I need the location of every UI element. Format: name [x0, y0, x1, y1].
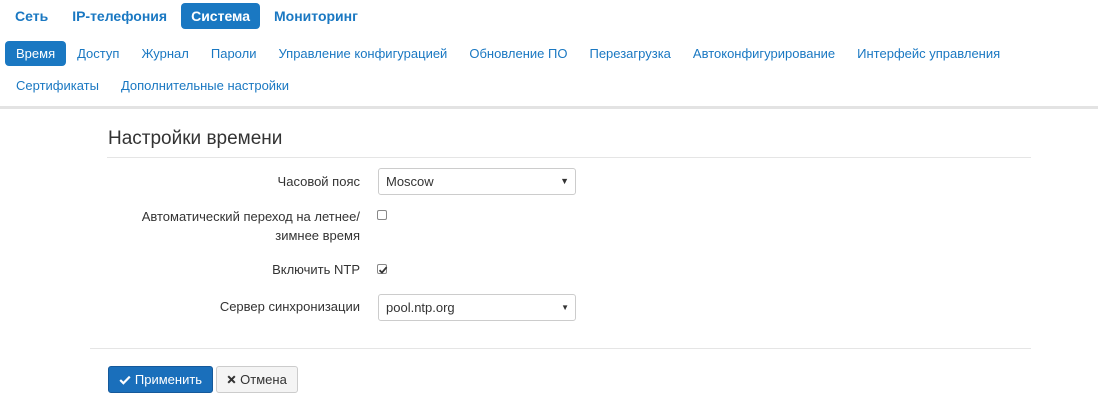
sync-server-select[interactable]: pool.ntp.org ▼	[378, 294, 576, 321]
tab-advanced-settings[interactable]: Дополнительные настройки	[110, 73, 300, 98]
timezone-value: Moscow	[386, 174, 434, 189]
tab-config-management[interactable]: Управление конфигурацией	[267, 41, 458, 66]
section-title: Настройки времени	[108, 128, 283, 149]
tab-reboot[interactable]: Перезагрузка	[578, 41, 681, 66]
dst-label: Автоматический переход на летнее/ зимнее…	[142, 207, 360, 245]
ntp-checkbox[interactable]	[377, 264, 388, 274]
cancel-button[interactable]: Отмена	[216, 366, 298, 393]
tab-autoconfig[interactable]: Автоконфигурирование	[682, 41, 846, 66]
sync-server-value: pool.ntp.org	[386, 300, 455, 315]
title-divider	[107, 157, 1031, 158]
top-nav-item-network[interactable]: Сеть	[5, 3, 58, 29]
nav-divider	[0, 106, 1098, 109]
tab-management-interface[interactable]: Интерфейс управления	[846, 41, 1011, 66]
tab-access[interactable]: Доступ	[66, 41, 130, 66]
check-icon	[378, 266, 388, 274]
top-nav-item-system[interactable]: Система	[181, 3, 260, 29]
close-icon	[227, 375, 236, 384]
dst-label-line2: зимнее время	[275, 228, 360, 243]
form-divider	[90, 348, 1031, 349]
tab-firmware-update[interactable]: Обновление ПО	[458, 41, 578, 66]
tab-log[interactable]: Журнал	[130, 41, 199, 66]
sub-nav: Время Доступ Журнал Пароли Управление ко…	[5, 41, 1095, 98]
top-nav: Сеть IP-телефония Система Мониторинг	[5, 3, 372, 29]
chevron-down-icon: ▼	[560, 176, 569, 186]
tab-certificates[interactable]: Сертификаты	[5, 73, 110, 98]
timezone-label: Часовой пояс	[277, 174, 360, 189]
top-nav-item-ip-telephony[interactable]: IP-телефония	[62, 3, 177, 29]
ntp-label: Включить NTP	[272, 262, 360, 277]
tab-time[interactable]: Время	[5, 41, 67, 66]
dst-checkbox[interactable]	[377, 210, 387, 220]
timezone-select[interactable]: Moscow ▼	[378, 168, 576, 195]
check-icon	[119, 375, 131, 385]
caret-down-icon: ▼	[561, 303, 569, 312]
dst-label-line1: Автоматический переход на летнее/	[141, 209, 360, 224]
top-nav-item-monitoring[interactable]: Мониторинг	[264, 3, 368, 29]
sync-server-label: Сервер синхронизации	[219, 299, 360, 314]
apply-button[interactable]: Применить	[108, 366, 213, 393]
tab-passwords[interactable]: Пароли	[200, 41, 268, 66]
apply-button-label: Применить	[134, 372, 203, 387]
cancel-button-label: Отмена	[240, 372, 287, 387]
